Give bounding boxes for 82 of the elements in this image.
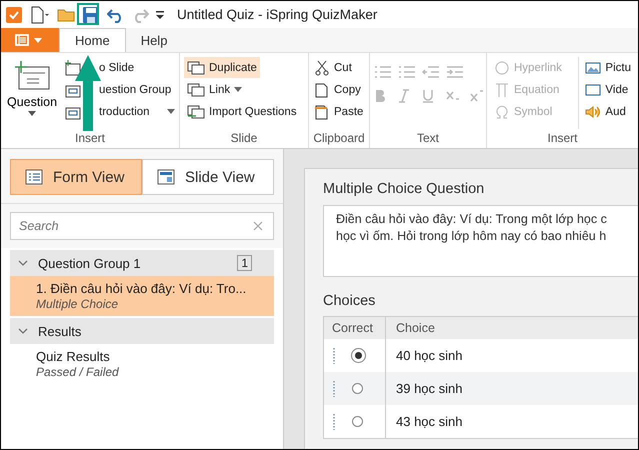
scissors-icon (314, 60, 330, 76)
window-title: Untitled Quiz - iSpring QuizMaker (177, 7, 378, 22)
ribbon-button[interactable]: Pictu (582, 57, 634, 78)
search-field[interactable]: Search (10, 212, 274, 240)
drag-handle-icon[interactable] (332, 346, 336, 364)
item-title: Quiz Results (36, 349, 111, 364)
count-badge: 1 (237, 255, 252, 271)
ribbon-button[interactable]: Aud (582, 101, 629, 122)
file-menu-button[interactable] (1, 28, 59, 52)
slide-layout-icon (157, 169, 175, 185)
section-heading: Multiple Choice Question (323, 181, 486, 197)
numbered-list-icon[interactable] (398, 65, 416, 79)
tree-group-header[interactable]: Question Group 1 1 (10, 250, 274, 276)
ribbon-button[interactable]: Paste (311, 101, 366, 122)
italic-icon[interactable] (398, 89, 410, 103)
correct-radio[interactable] (352, 416, 363, 427)
drag-handle-icon[interactable] (332, 412, 336, 430)
pi-icon (494, 82, 510, 98)
menu-caret-icon (15, 33, 45, 47)
column-header: Choice (395, 321, 435, 335)
group-label: Slide (230, 130, 258, 147)
caret-icon (166, 109, 175, 114)
question-text-field[interactable]: Điền câu hỏi vào đây: Ví dụ: Trong một lớp học c học vì ốm. Hỏi trong lớp hôm nay có bao nhiêu h (323, 205, 638, 277)
list-icon (25, 169, 43, 185)
image-icon (585, 60, 602, 74)
group-label: Insert (546, 130, 578, 147)
clear-icon[interactable] (253, 221, 263, 231)
ribbon-button[interactable]: Vide (582, 79, 632, 100)
ribbon-button[interactable]: Duplicate (184, 57, 260, 78)
app-logo-icon (5, 6, 23, 24)
caret-icon (28, 111, 36, 116)
item-title: 1. Điền câu hỏi vào đây: Ví dụ: Tro... (36, 281, 248, 296)
ribbon-button[interactable]: Import Questions (184, 101, 300, 122)
slides-icon (187, 60, 205, 76)
document-icon (314, 82, 330, 98)
question-button[interactable]: Question (5, 57, 60, 129)
view-toggle[interactable]: Form View (10, 159, 142, 195)
column-header: Correct (324, 317, 386, 339)
video-icon (585, 82, 602, 96)
customize-caret-icon[interactable] (155, 8, 165, 20)
choice-cell[interactable]: 43 học sinh (386, 414, 462, 429)
outdent-icon[interactable] (422, 65, 440, 79)
indent-icon[interactable] (446, 65, 464, 79)
chevron-icon[interactable] (18, 326, 28, 336)
bullet-list-icon[interactable] (374, 65, 392, 79)
ribbon-button[interactable]: o Slide (61, 57, 138, 78)
tree-item[interactable]: Quiz Results Passed / Failed (10, 344, 274, 384)
view-toggle[interactable]: Slide View (142, 159, 274, 195)
ribbon-button[interactable]: Copy (311, 79, 364, 100)
drag-handle-icon[interactable] (332, 380, 336, 398)
group-title: Question Group 1 (38, 256, 142, 270)
chevron-icon[interactable] (18, 258, 28, 268)
slide-icon (64, 60, 82, 76)
new-file-icon[interactable] (29, 6, 51, 24)
correct-radio[interactable] (352, 383, 363, 394)
slides-icon (187, 104, 205, 120)
choice-cell[interactable]: 39 học sinh (386, 381, 462, 396)
group-label: Insert (74, 130, 106, 147)
group-title: Results (38, 324, 82, 338)
tree-item[interactable]: 1. Điền câu hỏi vào đây: Ví dụ: Tro... Multiple Choice (10, 276, 274, 316)
clipboard-icon (314, 104, 330, 120)
ribbon-tab[interactable]: Help (126, 28, 182, 52)
caret-icon (234, 87, 242, 92)
item-subtitle: Multiple Choice (36, 297, 120, 311)
speaker-icon (585, 104, 602, 118)
choice-cell[interactable]: 40 học sinh (386, 348, 462, 363)
bold-icon[interactable] (374, 89, 386, 103)
omega-icon (494, 104, 510, 120)
ribbon-button[interactable]: Link (184, 79, 246, 100)
tree-group-header[interactable]: Results (10, 318, 274, 344)
annotation-highlight (77, 3, 99, 25)
superscript-icon[interactable] (470, 89, 484, 103)
slides-icon (187, 82, 205, 98)
group-label: Clipboard (312, 130, 366, 147)
underline-icon[interactable] (422, 89, 434, 103)
subscript-icon[interactable] (446, 89, 460, 103)
section-heading: Choices (323, 293, 376, 309)
ribbon-button[interactable]: troduction (61, 101, 178, 122)
item-subtitle: Passed / Failed (36, 365, 120, 379)
group-label: Text (416, 130, 440, 147)
ribbon-tab[interactable]: Home (59, 28, 126, 52)
ribbon-button[interactable]: Cut (311, 57, 355, 78)
